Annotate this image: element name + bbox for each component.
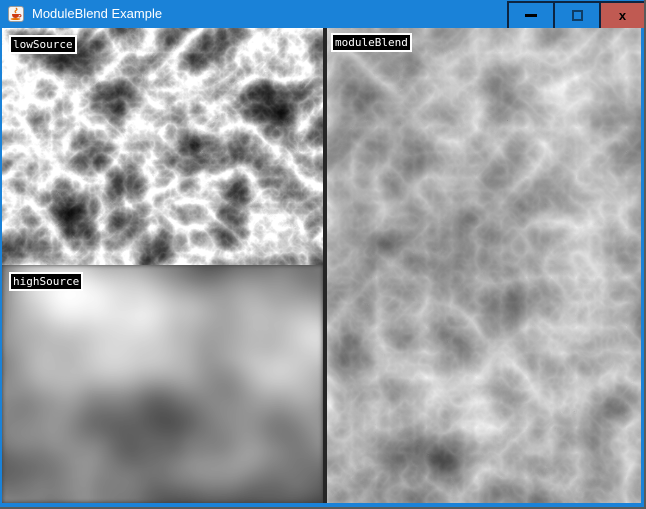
panel-highSource	[2, 265, 323, 503]
lowSource-texture	[2, 28, 323, 265]
titlebar[interactable]: ModuleBlend Example x	[0, 0, 644, 28]
window-border-left[interactable]	[0, 28, 2, 503]
java-coffee-cup-icon	[8, 6, 24, 22]
lowSource-label: lowSource	[9, 35, 77, 54]
maximize-icon	[572, 10, 583, 21]
window-border-right[interactable]	[641, 28, 644, 503]
moduleBlend-texture	[327, 28, 641, 503]
window-controls: x	[507, 1, 644, 28]
moduleBlend-label: moduleBlend	[331, 33, 412, 52]
minimize-button[interactable]	[507, 3, 553, 28]
app-window: ModuleBlend Example x	[0, 0, 644, 507]
window-border-bottom[interactable]	[0, 503, 644, 507]
maximize-button[interactable]	[553, 3, 599, 28]
close-button[interactable]: x	[599, 3, 644, 28]
panel-lowSource	[2, 28, 323, 265]
window-title: ModuleBlend Example	[32, 0, 162, 28]
close-icon: x	[619, 9, 626, 22]
highSource-texture	[2, 265, 323, 503]
highSource-label: highSource	[9, 272, 83, 291]
minimize-icon	[525, 14, 537, 17]
desktop-background: ModuleBlend Example x	[0, 0, 646, 509]
panel-moduleBlend	[327, 28, 641, 503]
